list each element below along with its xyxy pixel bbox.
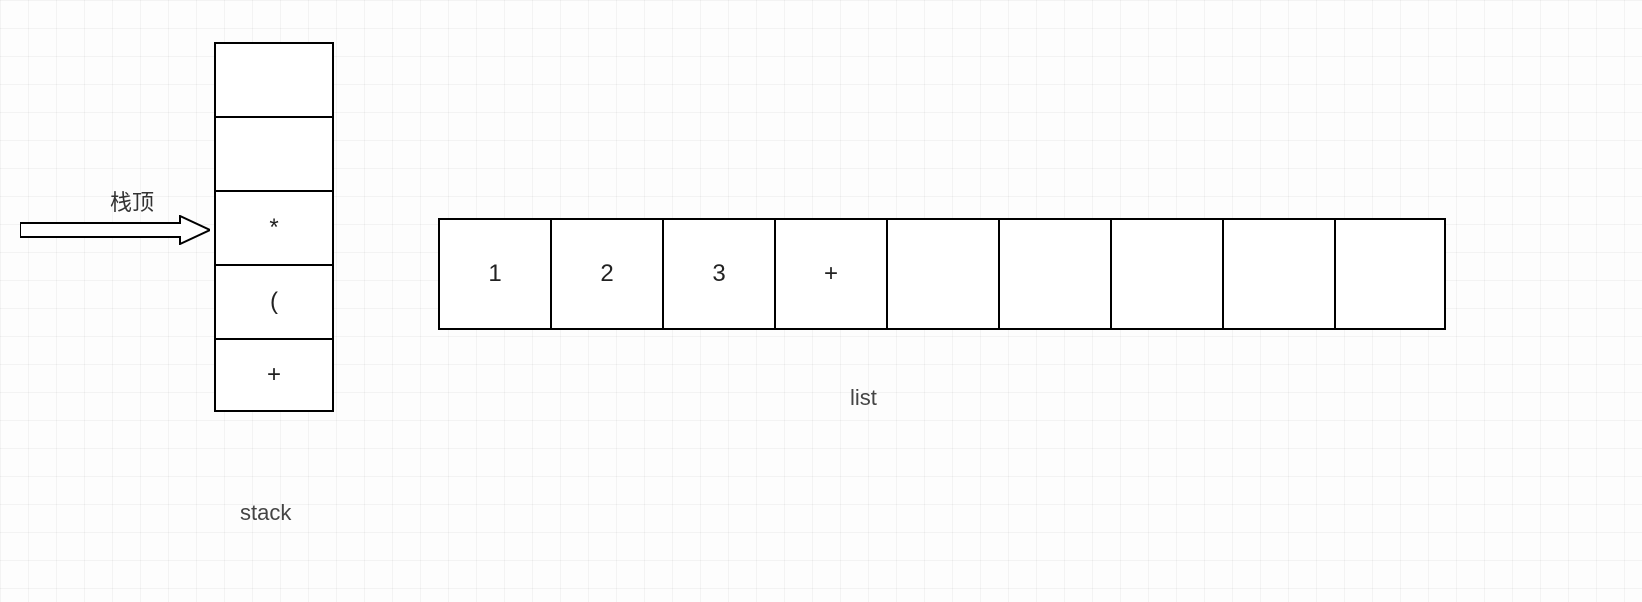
stack-cell: ( (214, 264, 334, 338)
stack-cell: * (214, 190, 334, 264)
list-cell (886, 218, 998, 330)
list-cell: + (774, 218, 886, 330)
stack-cell (214, 42, 334, 116)
list-cell: 2 (550, 218, 662, 330)
list-label: list (850, 385, 877, 411)
list-cell (1222, 218, 1334, 330)
stack-label: stack (240, 500, 291, 526)
arrow-icon (20, 215, 210, 245)
list-cell (1110, 218, 1222, 330)
stack-top-label: 栈顶 (110, 185, 154, 217)
stack-container: * ( + (214, 42, 334, 412)
stack-cell (214, 116, 334, 190)
list-cell (1334, 218, 1446, 330)
list-cell: 1 (438, 218, 550, 330)
stack-cell: + (214, 338, 334, 412)
list-cell (998, 218, 1110, 330)
list-cell: 3 (662, 218, 774, 330)
list-container: 1 2 3 + (438, 218, 1446, 330)
